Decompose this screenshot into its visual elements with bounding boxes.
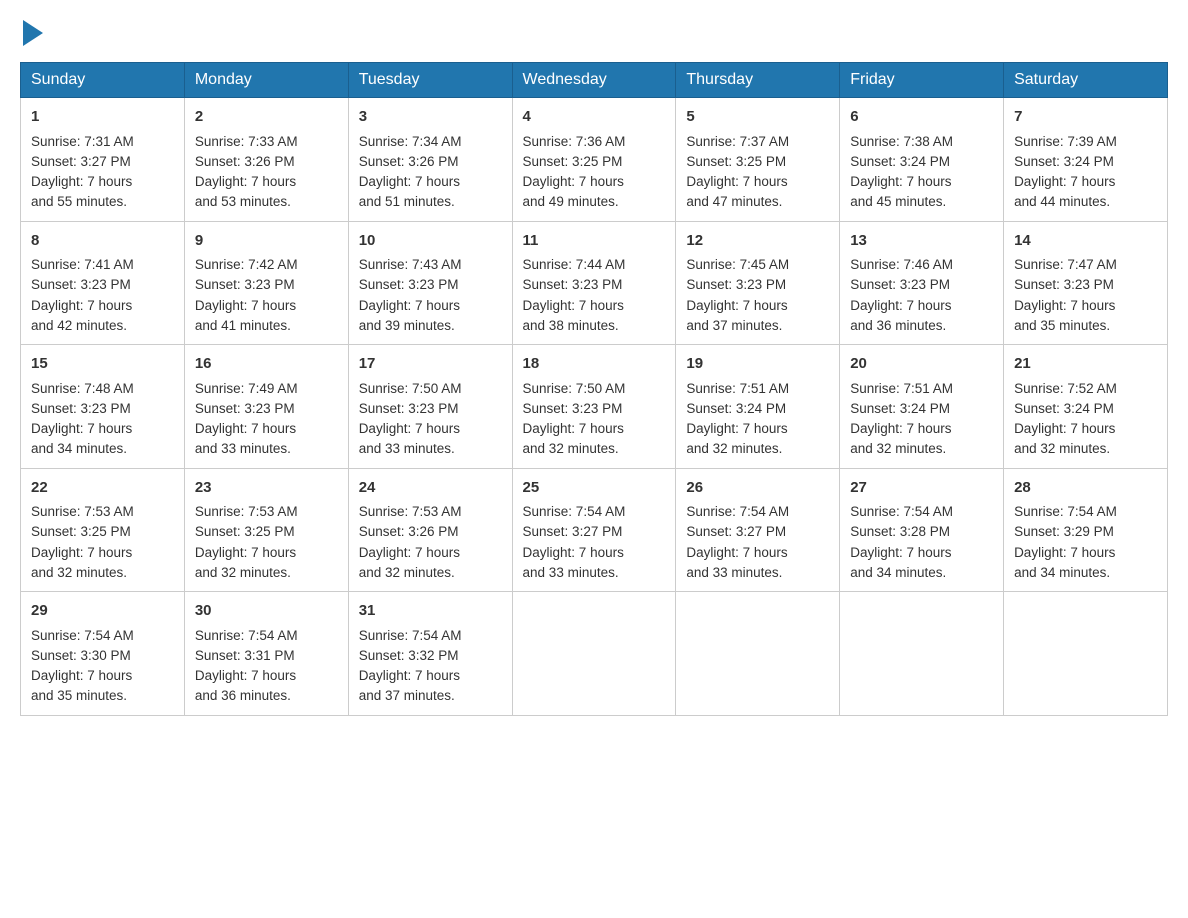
day-number: 30 [195, 600, 338, 623]
page-header [20, 20, 1168, 42]
day-number: 10 [359, 230, 502, 253]
day-cell [512, 592, 676, 716]
day-number: 2 [195, 106, 338, 129]
day-cell: 11Sunrise: 7:44 AMSunset: 3:23 PMDayligh… [512, 221, 676, 345]
day-number: 25 [523, 477, 666, 500]
day-number: 24 [359, 477, 502, 500]
day-cell: 14Sunrise: 7:47 AMSunset: 3:23 PMDayligh… [1004, 221, 1168, 345]
day-cell: 13Sunrise: 7:46 AMSunset: 3:23 PMDayligh… [840, 221, 1004, 345]
day-number: 27 [850, 477, 993, 500]
day-number: 20 [850, 353, 993, 376]
week-row-5: 29Sunrise: 7:54 AMSunset: 3:30 PMDayligh… [21, 592, 1168, 716]
day-number: 11 [523, 230, 666, 253]
day-cell [840, 592, 1004, 716]
day-cell: 4Sunrise: 7:36 AMSunset: 3:25 PMDaylight… [512, 98, 676, 222]
day-cell: 20Sunrise: 7:51 AMSunset: 3:24 PMDayligh… [840, 345, 1004, 469]
day-cell: 8Sunrise: 7:41 AMSunset: 3:23 PMDaylight… [21, 221, 185, 345]
day-number: 26 [686, 477, 829, 500]
day-cell: 22Sunrise: 7:53 AMSunset: 3:25 PMDayligh… [21, 468, 185, 592]
day-number: 28 [1014, 477, 1157, 500]
day-number: 22 [31, 477, 174, 500]
day-cell: 26Sunrise: 7:54 AMSunset: 3:27 PMDayligh… [676, 468, 840, 592]
day-cell: 23Sunrise: 7:53 AMSunset: 3:25 PMDayligh… [184, 468, 348, 592]
day-number: 31 [359, 600, 502, 623]
col-header-wednesday: Wednesday [512, 63, 676, 98]
day-number: 29 [31, 600, 174, 623]
day-cell: 7Sunrise: 7:39 AMSunset: 3:24 PMDaylight… [1004, 98, 1168, 222]
day-number: 17 [359, 353, 502, 376]
day-cell: 1Sunrise: 7:31 AMSunset: 3:27 PMDaylight… [21, 98, 185, 222]
day-cell: 31Sunrise: 7:54 AMSunset: 3:32 PMDayligh… [348, 592, 512, 716]
day-number: 19 [686, 353, 829, 376]
day-cell: 3Sunrise: 7:34 AMSunset: 3:26 PMDaylight… [348, 98, 512, 222]
day-number: 16 [195, 353, 338, 376]
day-number: 15 [31, 353, 174, 376]
logo [20, 20, 43, 42]
day-cell: 16Sunrise: 7:49 AMSunset: 3:23 PMDayligh… [184, 345, 348, 469]
day-cell: 5Sunrise: 7:37 AMSunset: 3:25 PMDaylight… [676, 98, 840, 222]
calendar-table: SundayMondayTuesdayWednesdayThursdayFrid… [20, 62, 1168, 716]
day-cell: 2Sunrise: 7:33 AMSunset: 3:26 PMDaylight… [184, 98, 348, 222]
day-cell: 21Sunrise: 7:52 AMSunset: 3:24 PMDayligh… [1004, 345, 1168, 469]
day-number: 3 [359, 106, 502, 129]
day-cell: 10Sunrise: 7:43 AMSunset: 3:23 PMDayligh… [348, 221, 512, 345]
day-cell: 9Sunrise: 7:42 AMSunset: 3:23 PMDaylight… [184, 221, 348, 345]
logo-line1 [20, 20, 43, 44]
day-number: 7 [1014, 106, 1157, 129]
day-number: 14 [1014, 230, 1157, 253]
day-cell: 24Sunrise: 7:53 AMSunset: 3:26 PMDayligh… [348, 468, 512, 592]
col-header-monday: Monday [184, 63, 348, 98]
day-cell: 17Sunrise: 7:50 AMSunset: 3:23 PMDayligh… [348, 345, 512, 469]
day-number: 6 [850, 106, 993, 129]
week-row-4: 22Sunrise: 7:53 AMSunset: 3:25 PMDayligh… [21, 468, 1168, 592]
day-cell: 29Sunrise: 7:54 AMSunset: 3:30 PMDayligh… [21, 592, 185, 716]
week-row-3: 15Sunrise: 7:48 AMSunset: 3:23 PMDayligh… [21, 345, 1168, 469]
week-row-2: 8Sunrise: 7:41 AMSunset: 3:23 PMDaylight… [21, 221, 1168, 345]
day-number: 21 [1014, 353, 1157, 376]
col-header-thursday: Thursday [676, 63, 840, 98]
day-cell [676, 592, 840, 716]
day-cell: 30Sunrise: 7:54 AMSunset: 3:31 PMDayligh… [184, 592, 348, 716]
day-number: 8 [31, 230, 174, 253]
col-header-saturday: Saturday [1004, 63, 1168, 98]
day-cell [1004, 592, 1168, 716]
day-cell: 25Sunrise: 7:54 AMSunset: 3:27 PMDayligh… [512, 468, 676, 592]
day-cell: 6Sunrise: 7:38 AMSunset: 3:24 PMDaylight… [840, 98, 1004, 222]
day-number: 18 [523, 353, 666, 376]
day-number: 1 [31, 106, 174, 129]
day-cell: 15Sunrise: 7:48 AMSunset: 3:23 PMDayligh… [21, 345, 185, 469]
col-header-tuesday: Tuesday [348, 63, 512, 98]
col-header-sunday: Sunday [21, 63, 185, 98]
logo-triangle-icon [23, 20, 43, 46]
day-cell: 27Sunrise: 7:54 AMSunset: 3:28 PMDayligh… [840, 468, 1004, 592]
day-number: 5 [686, 106, 829, 129]
day-cell: 18Sunrise: 7:50 AMSunset: 3:23 PMDayligh… [512, 345, 676, 469]
day-cell: 12Sunrise: 7:45 AMSunset: 3:23 PMDayligh… [676, 221, 840, 345]
day-number: 23 [195, 477, 338, 500]
day-number: 9 [195, 230, 338, 253]
week-row-1: 1Sunrise: 7:31 AMSunset: 3:27 PMDaylight… [21, 98, 1168, 222]
day-cell: 19Sunrise: 7:51 AMSunset: 3:24 PMDayligh… [676, 345, 840, 469]
day-number: 12 [686, 230, 829, 253]
day-number: 13 [850, 230, 993, 253]
day-cell: 28Sunrise: 7:54 AMSunset: 3:29 PMDayligh… [1004, 468, 1168, 592]
col-header-friday: Friday [840, 63, 1004, 98]
day-number: 4 [523, 106, 666, 129]
